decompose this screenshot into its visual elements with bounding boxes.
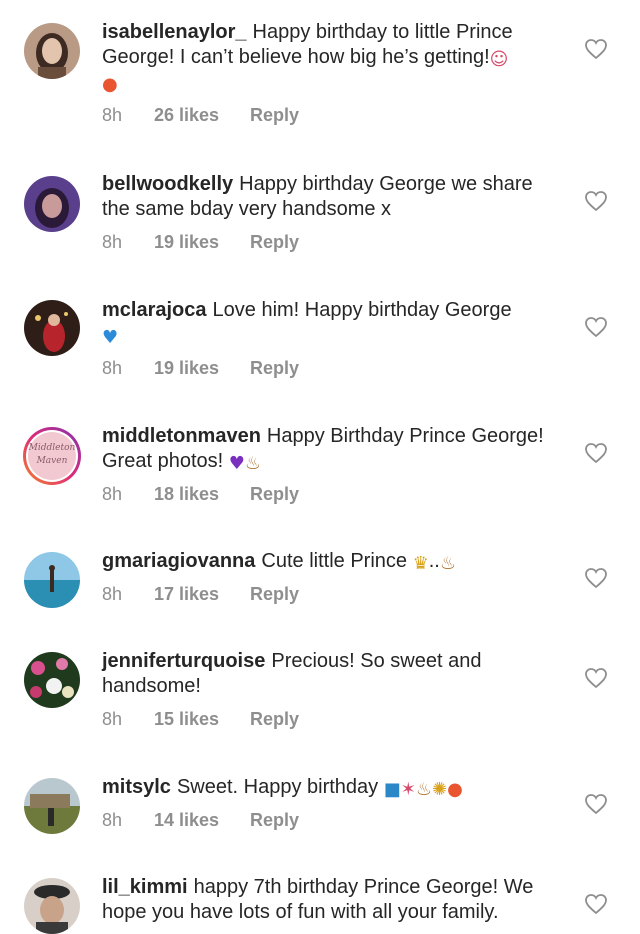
avatar[interactable] (24, 878, 80, 934)
avatar[interactable] (24, 300, 80, 356)
wrapped-gift-icon: ■ (383, 779, 401, 800)
birthday-cake-icon: ♨ (415, 779, 432, 800)
avatar[interactable] (24, 652, 80, 708)
comment-username[interactable]: lil_kimmi (102, 876, 188, 898)
comment-likes-count[interactable]: 18 likes (154, 484, 250, 505)
comment-likes-count[interactable]: 19 likes (154, 232, 250, 253)
heart-outline-icon[interactable] (584, 567, 608, 589)
comment-text: middletonmaven Happy Birthday Prince Geor… (102, 424, 564, 474)
comment-meta: 8h 14 likes Reply (102, 810, 564, 831)
reply-button[interactable]: Reply (250, 584, 299, 605)
comment-message-suffix: .. (428, 550, 440, 572)
comment-username[interactable]: isabellenaylor_ (102, 21, 247, 43)
avatar-logo-line-1: Middleton (28, 443, 76, 453)
comment-meta: 8h 26 likes Reply (102, 105, 564, 126)
comment-text: jenniferturquoise Precious! So sweet and … (102, 649, 564, 699)
comment-text: bellwoodkelly Happy birthday George we sh… (102, 172, 564, 222)
comment-time: 8h (102, 709, 123, 729)
avatar[interactable] (24, 778, 80, 834)
comment-username[interactable]: mclarajoca (102, 299, 207, 321)
comment-likes-count[interactable]: 26 likes (154, 105, 250, 126)
confetti-ball-icon: ✺ (431, 779, 448, 800)
heart-outline-icon[interactable] (584, 667, 608, 689)
reply-button[interactable]: Reply (250, 105, 299, 126)
blue-heart-icon: ♥ (102, 327, 119, 348)
reply-button[interactable]: Reply (250, 709, 299, 730)
comment-text: gmariagiovanna Cute little Prince ♛..♨ (102, 549, 564, 574)
heart-outline-icon[interactable] (584, 442, 608, 464)
comment-text: isabellenaylor_ Happy birthday to little … (102, 20, 564, 95)
comment-meta: 8h 19 likes Reply (102, 232, 564, 253)
comment-text: mitsylc Sweet. Happy birthday ■✶♨✺● (102, 775, 564, 800)
balloon-icon: ● (102, 74, 118, 95)
reply-button[interactable]: Reply (250, 232, 299, 253)
reply-button[interactable]: Reply (250, 484, 299, 505)
balloon-icon: ● (447, 779, 463, 800)
comment-text: lil_kimmi happy 7th birthday Prince Georg… (102, 875, 564, 925)
comment-username[interactable]: jenniferturquoise (102, 650, 265, 672)
comment-message: Cute little Prince (261, 550, 408, 572)
avatar[interactable] (24, 23, 80, 79)
comment-username[interactable]: gmariagiovanna (102, 550, 255, 572)
avatar-logo-line-2: Maven (36, 456, 68, 466)
comment-likes-count[interactable]: 14 likes (154, 810, 250, 831)
comment-meta: 8h 18 likes Reply (102, 484, 564, 505)
comment-time: 8h (102, 584, 123, 604)
avatar-logo-text: Middleton Maven (22, 442, 82, 468)
heart-outline-icon[interactable] (584, 190, 608, 212)
birthday-cake-icon: ♨ (244, 453, 262, 474)
avatar[interactable]: Middleton Maven (22, 426, 82, 486)
comment-time: 8h (102, 358, 123, 378)
comment-username[interactable]: middletonmaven (102, 425, 261, 447)
avatar[interactable] (24, 176, 80, 232)
smiling-face-with-hearts-icon: ☺ (489, 49, 509, 70)
comment-time: 8h (102, 232, 123, 252)
heart-outline-icon[interactable] (584, 893, 608, 915)
crown-icon: ♛ (412, 553, 429, 574)
comment-message: Sweet. Happy birthday (176, 776, 379, 798)
heart-outline-icon[interactable] (584, 793, 608, 815)
cut-off-emoji-row (102, 927, 162, 933)
birthday-cake-icon: ♨ (439, 553, 456, 574)
comment-time: 8h (102, 484, 123, 504)
comment-meta: 8h 15 likes Reply (102, 709, 564, 730)
comment-likes-count[interactable]: 17 likes (154, 584, 250, 605)
reply-button[interactable]: Reply (250, 810, 299, 831)
heart-outline-icon[interactable] (584, 38, 608, 60)
comment-text: mclarajoca Love him! Happy birthday Georg… (102, 298, 564, 348)
comment-likes-count[interactable]: 19 likes (154, 358, 250, 379)
comment-time: 8h (102, 105, 123, 125)
comment-meta: 8h 19 likes Reply (102, 358, 564, 379)
reply-button[interactable]: Reply (250, 358, 299, 379)
comment-likes-count[interactable]: 15 likes (154, 709, 250, 730)
comment-username[interactable]: bellwoodkelly (102, 173, 233, 195)
party-popper-icon: ✶ (400, 779, 416, 800)
purple-heart-icon: ♥ (228, 453, 245, 474)
comment-time: 8h (102, 810, 123, 830)
comment-username[interactable]: mitsylc (102, 776, 171, 798)
comment-message: Love him! Happy birthday George (212, 299, 512, 321)
comment-meta: 8h 17 likes Reply (102, 584, 564, 605)
avatar[interactable] (24, 552, 80, 608)
heart-outline-icon[interactable] (584, 316, 608, 338)
